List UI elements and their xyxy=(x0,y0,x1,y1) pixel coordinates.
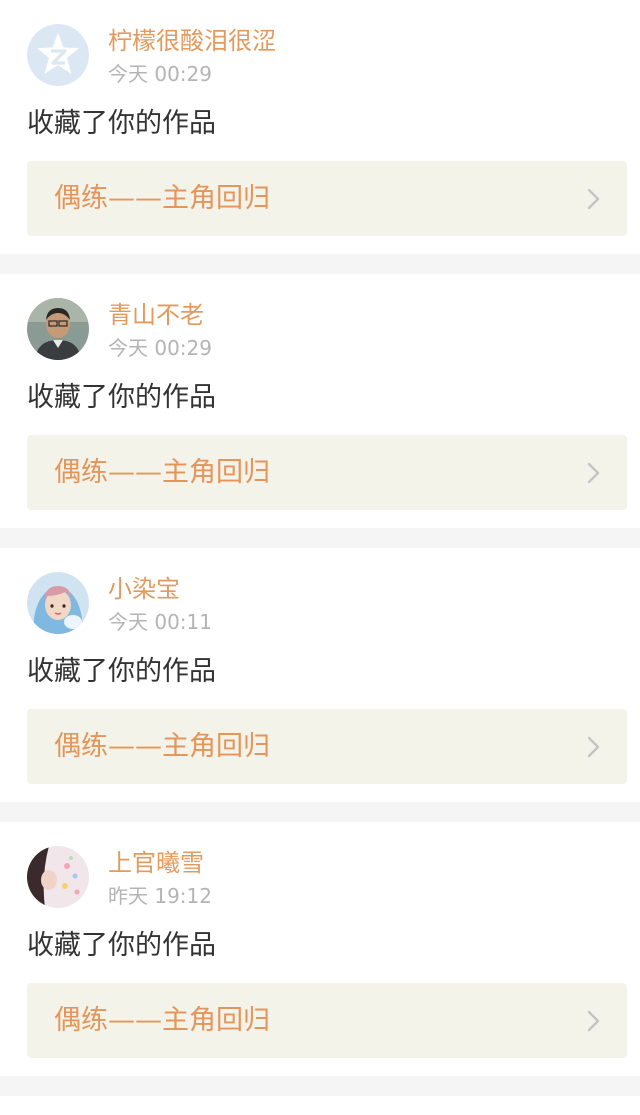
work-title: 偶练——主角回归 xyxy=(54,1005,270,1036)
notification-card: 柠檬很酸泪很涩 今天 00:29 收藏了你的作品 偶练——主角回归 xyxy=(0,0,640,254)
avatar[interactable] xyxy=(27,572,89,634)
action-text: 收藏了你的作品 xyxy=(27,108,216,139)
user-photo-avatar xyxy=(27,846,89,908)
notification-card: 小染宝 今天 00:11 收藏了你的作品 偶练——主角回归 xyxy=(0,548,640,802)
notification-card: 上官曦雪 昨天 19:12 收藏了你的作品 偶练——主角回归 xyxy=(0,822,640,1076)
username[interactable]: 柠檬很酸泪很涩 xyxy=(108,24,276,58)
work-title: 偶练——主角回归 xyxy=(54,183,270,214)
work-title: 偶练——主角回归 xyxy=(54,457,270,488)
work-link[interactable]: 偶练——主角回归 xyxy=(27,983,627,1058)
avatar[interactable] xyxy=(27,24,89,86)
qq-default-avatar-icon xyxy=(27,24,89,86)
timestamp: 今天 00:29 xyxy=(108,62,212,86)
timestamp: 昨天 19:12 xyxy=(108,884,212,908)
chevron-right-icon xyxy=(587,462,601,484)
notification-card-partial xyxy=(0,1096,640,1115)
work-title: 偶练——主角回归 xyxy=(54,731,270,762)
work-link[interactable]: 偶练——主角回归 xyxy=(27,435,627,510)
work-link[interactable]: 偶练——主角回归 xyxy=(27,161,627,236)
username[interactable]: 小染宝 xyxy=(108,572,180,606)
chevron-right-icon xyxy=(587,736,601,758)
action-text: 收藏了你的作品 xyxy=(27,656,216,687)
chevron-right-icon xyxy=(587,1010,601,1032)
username[interactable]: 上官曦雪 xyxy=(108,846,204,880)
notification-feed: 柠檬很酸泪很涩 今天 00:29 收藏了你的作品 偶练——主角回归 青山不老 今… xyxy=(0,0,640,1115)
username[interactable]: 青山不老 xyxy=(108,298,204,332)
notification-card: 青山不老 今天 00:29 收藏了你的作品 偶练——主角回归 xyxy=(0,274,640,528)
user-photo-avatar xyxy=(27,572,89,634)
chevron-right-icon xyxy=(587,188,601,210)
user-photo-avatar xyxy=(27,298,89,360)
timestamp: 今天 00:29 xyxy=(108,336,212,360)
avatar[interactable] xyxy=(27,846,89,908)
action-text: 收藏了你的作品 xyxy=(27,382,216,413)
action-text: 收藏了你的作品 xyxy=(27,930,216,961)
work-link[interactable]: 偶练——主角回归 xyxy=(27,709,627,784)
avatar[interactable] xyxy=(27,298,89,360)
timestamp: 今天 00:11 xyxy=(108,610,212,634)
